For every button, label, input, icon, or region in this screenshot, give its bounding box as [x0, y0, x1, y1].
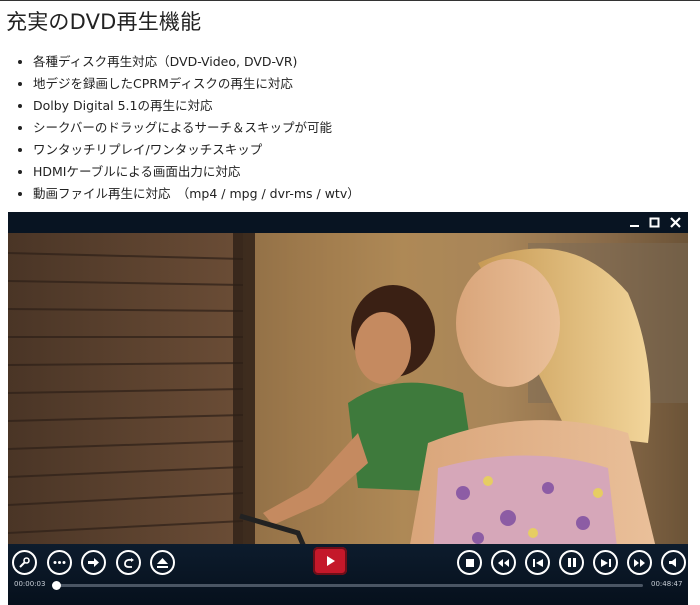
volume-icon[interactable] — [661, 550, 686, 575]
video-frame[interactable] — [8, 233, 688, 556]
close-icon[interactable] — [667, 214, 684, 231]
top-divider — [0, 0, 700, 1]
feature-item: 地デジを録画したCPRMディスクの再生に対応 — [33, 73, 360, 95]
feature-item: 各種ディスク再生対応（DVD-Video, DVD-VR) — [33, 51, 360, 73]
player-titlebar — [8, 212, 688, 233]
video-scene-image — [8, 233, 688, 556]
next-icon[interactable] — [593, 550, 618, 575]
feature-item: ワンタッチリプレイ/ワンタッチスキップ — [33, 139, 360, 161]
feature-list: 各種ディスク再生対応（DVD-Video, DVD-VR) 地デジを録画したCP… — [13, 51, 360, 205]
feature-item: シークバーのドラッグによるサーチ＆スキップが可能 — [33, 117, 360, 139]
record-icon[interactable] — [313, 547, 347, 575]
rewind-icon[interactable] — [491, 550, 516, 575]
fast-forward-icon[interactable] — [627, 550, 652, 575]
more-icon[interactable] — [47, 550, 72, 575]
media-player-window: 00:00:03 00:48:47 — [8, 212, 688, 605]
eject-icon[interactable] — [150, 550, 175, 575]
next-chapter-icon[interactable] — [81, 550, 106, 575]
player-control-bar: 00:00:03 00:48:47 — [8, 544, 688, 605]
pause-icon[interactable] — [559, 550, 584, 575]
elapsed-time: 00:00:03 — [14, 580, 46, 588]
total-time: 00:48:47 — [651, 580, 683, 588]
previous-icon[interactable] — [525, 550, 550, 575]
seek-thumb[interactable] — [52, 581, 62, 590]
return-icon[interactable] — [116, 550, 141, 575]
minimize-icon[interactable] — [626, 214, 643, 231]
feature-item: Dolby Digital 5.1の再生に対応 — [33, 95, 360, 117]
feature-item: 動画ファイル再生に対応 （mp4 / mpg / dvr-ms / wtv） — [33, 183, 360, 205]
maximize-icon[interactable] — [646, 214, 663, 231]
stop-icon[interactable] — [457, 550, 482, 575]
feature-item: HDMIケーブルによる画面出力に対応 — [33, 161, 360, 183]
page-title: 充実のDVD再生機能 — [6, 10, 202, 34]
seek-bar[interactable] — [55, 584, 643, 587]
settings-icon[interactable] — [12, 550, 37, 575]
